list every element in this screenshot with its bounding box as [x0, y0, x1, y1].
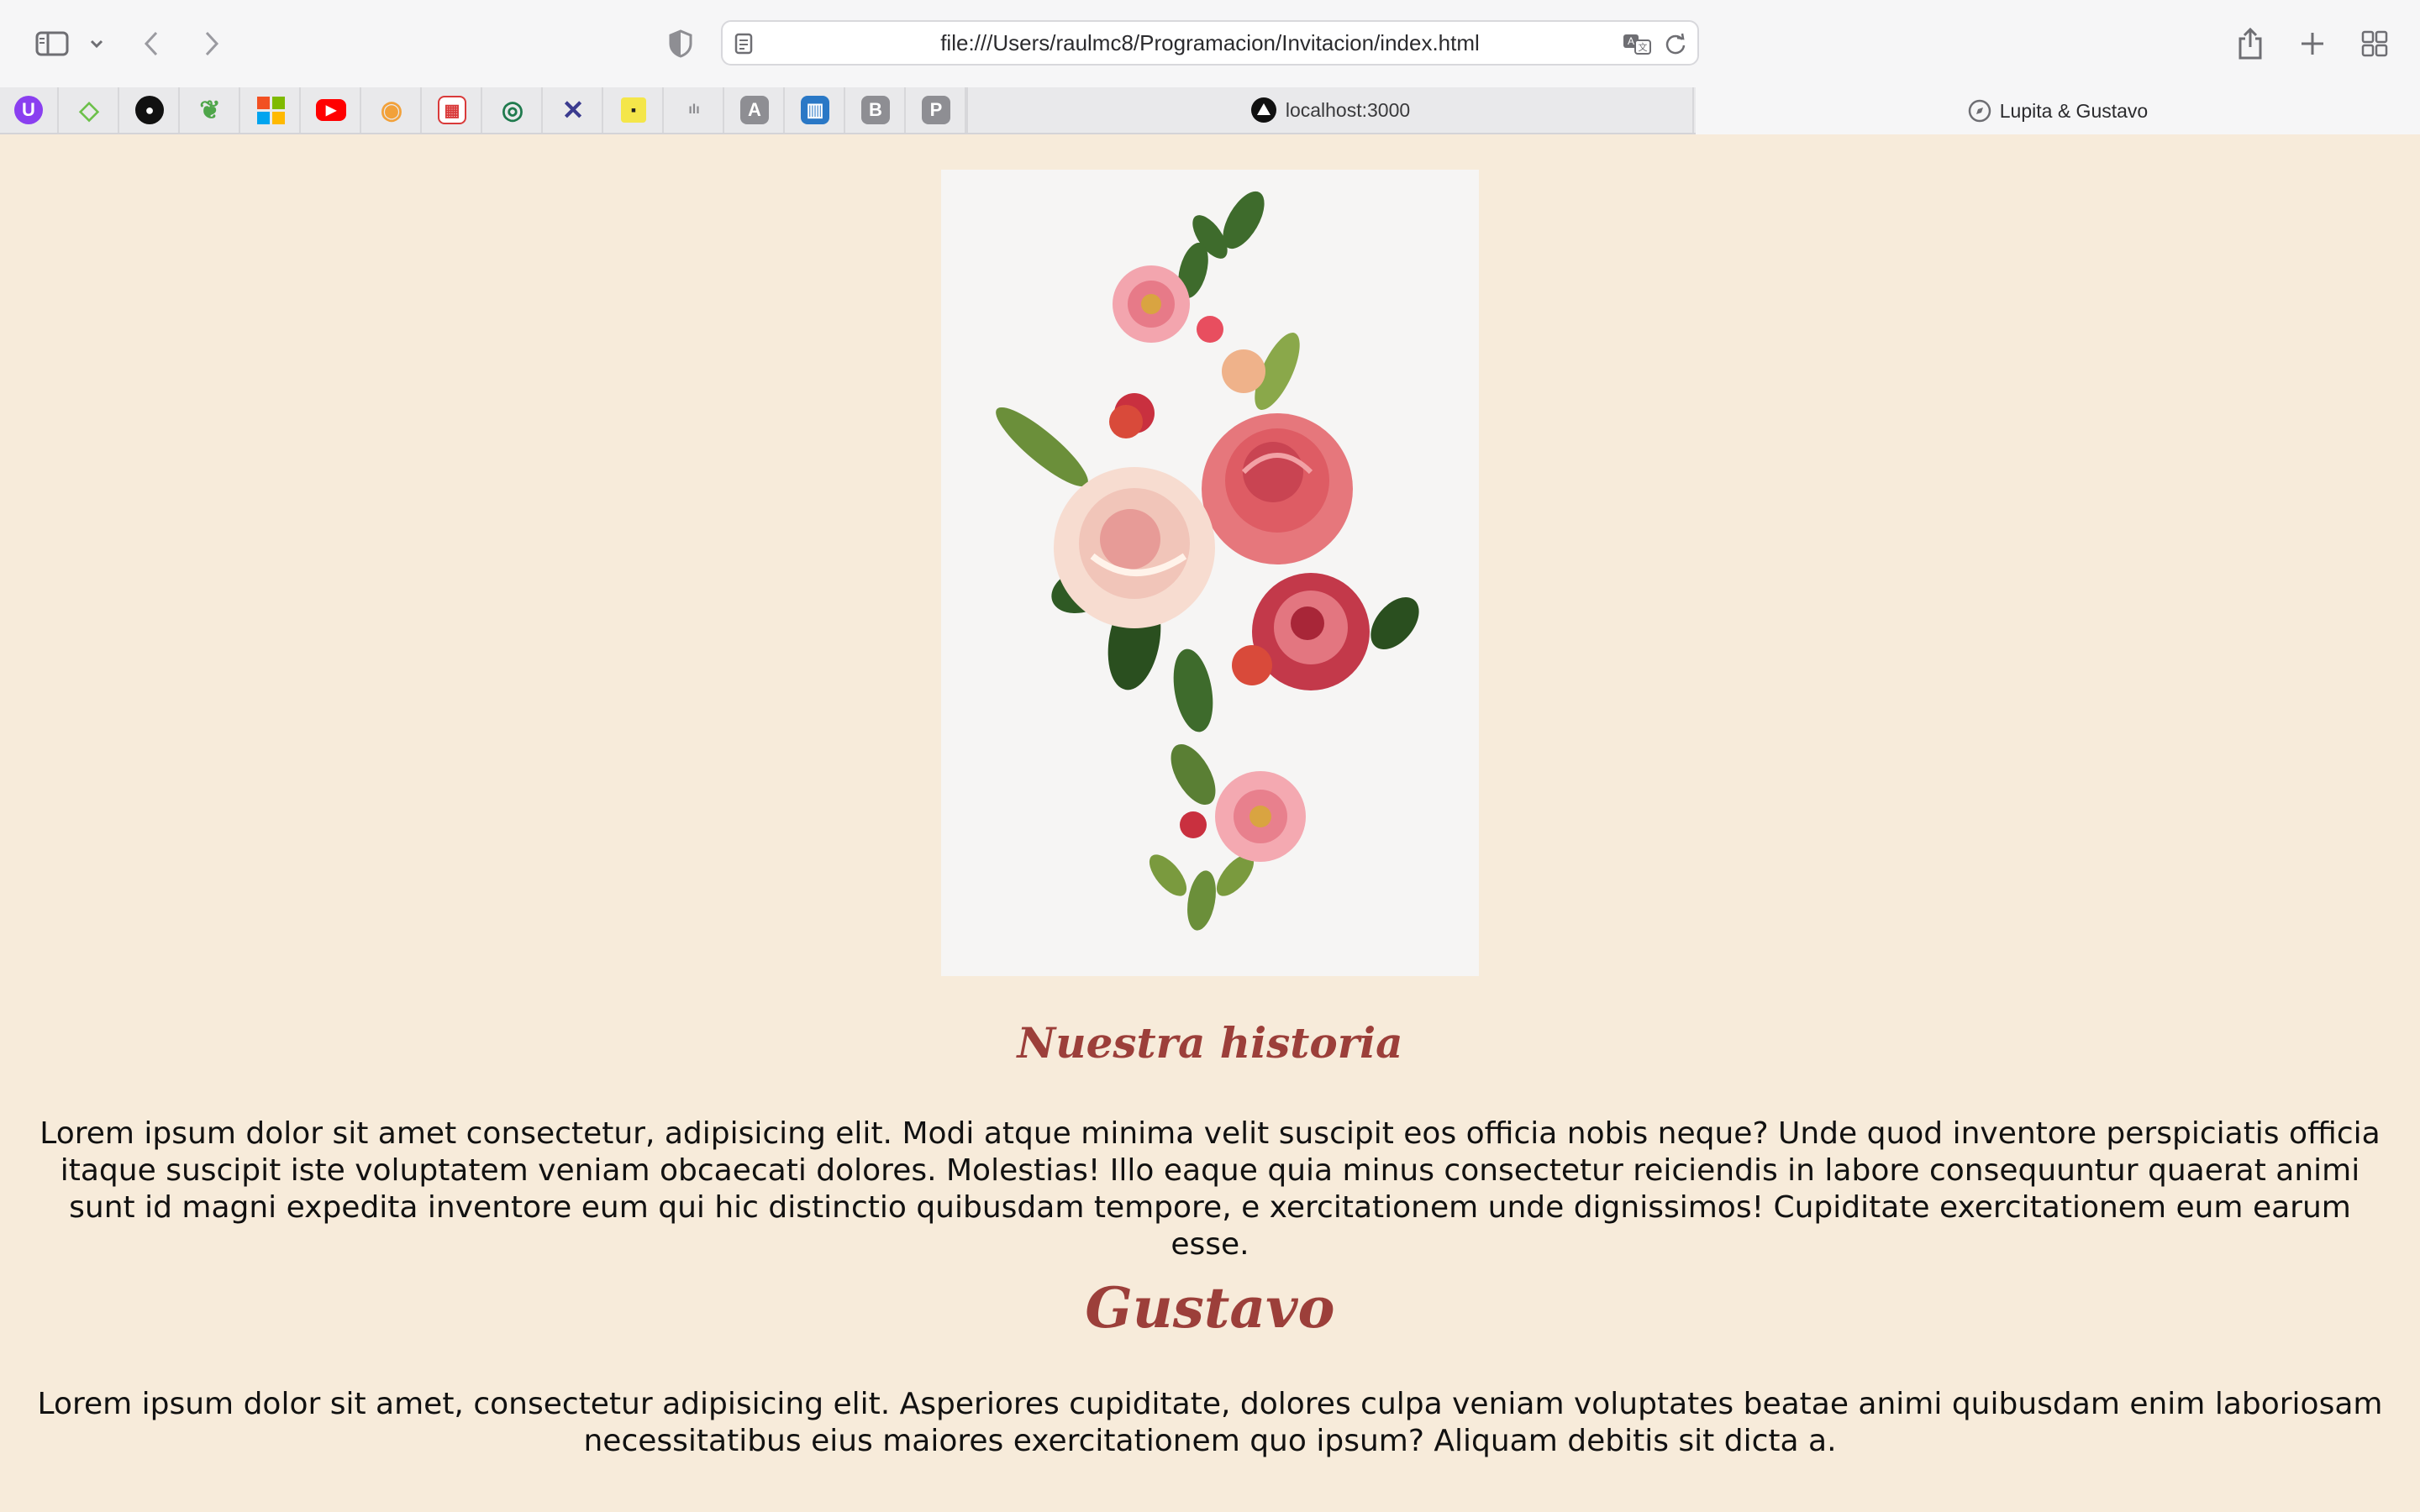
page-content: Nuestra historia Lorem ipsum dolor sit a… — [0, 134, 2420, 1512]
favorite-15[interactable]: B — [847, 87, 906, 133]
flower-bouquet-image — [941, 170, 1479, 976]
microsoft-favicon-icon — [256, 96, 285, 124]
svg-text:A: A — [1628, 35, 1634, 47]
b-favicon-icon: B — [861, 96, 890, 124]
favorite-12[interactable]: ılı — [666, 87, 724, 133]
browser-toolbar: file:///Users/raulmc8/Programacion/Invit… — [0, 0, 2420, 87]
groom-heading: Gustavo — [1085, 1275, 1335, 1341]
privacy-shield-icon[interactable] — [664, 22, 697, 66]
favorite-11[interactable]: ▪ — [605, 87, 664, 133]
trello-favicon-icon: ▥ — [801, 96, 829, 124]
a-favicon-icon: A — [740, 96, 769, 124]
favorite-2[interactable]: ◇ — [60, 87, 119, 133]
youtube-favicon-icon: ▶ — [316, 99, 346, 121]
favorite-14[interactable]: ▥ — [786, 87, 845, 133]
tab-localhost[interactable]: localhost:3000 — [966, 87, 1694, 133]
favorite-8[interactable]: ▦ — [424, 87, 482, 133]
favorite-6[interactable]: ▶ — [302, 87, 361, 133]
forward-icon[interactable] — [195, 22, 229, 66]
favorite-4[interactable]: ❦ — [182, 87, 240, 133]
story-heading: Nuestra historia — [1017, 1018, 1403, 1068]
leaf-favicon-icon: ❦ — [199, 96, 221, 124]
green-diamond-favicon-icon: ◇ — [79, 96, 99, 124]
svg-text:文: 文 — [1639, 41, 1648, 53]
groom-paragraph: Lorem ipsum dolor sit amet, consectetur … — [37, 1387, 2383, 1458]
favorite-9[interactable]: ◎ — [484, 87, 543, 133]
favorite-5[interactable] — [242, 87, 301, 133]
translate-icon[interactable]: A文 — [1622, 32, 1654, 59]
pin-favicon-icon: ◉ — [380, 96, 403, 124]
u-favicon-icon: U — [14, 96, 43, 124]
cisco-favicon-icon: ılı — [688, 102, 700, 117]
tab-overview-icon[interactable] — [2358, 22, 2391, 66]
p-favicon-icon: P — [922, 96, 950, 124]
favorite-10[interactable]: ✕ — [544, 87, 603, 133]
sidebar-icon[interactable] — [32, 22, 72, 66]
tab-label: Lupita & Gustavo — [1999, 99, 2149, 122]
address-url[interactable]: file:///Users/raulmc8/Programacion/Invit… — [723, 22, 1697, 64]
back-icon[interactable] — [134, 22, 168, 66]
share-icon[interactable] — [2233, 22, 2267, 66]
favorite-16[interactable]: P — [908, 87, 966, 133]
calendar-favicon-icon: ▦ — [438, 96, 466, 124]
vercel-favicon-icon — [1250, 97, 1276, 123]
chevron-down-icon[interactable] — [84, 22, 109, 66]
x-favicon-icon: ✕ — [561, 95, 585, 125]
favorite-1[interactable]: U — [0, 87, 59, 133]
compass-icon — [1968, 99, 1991, 123]
tab-bar: U ◇ ● ❦ ▶ ◉ ▦ ◎ ✕ ▪ ılı A ▥ B P localhos… — [0, 87, 2420, 134]
story-paragraph: Lorem ipsum dolor sit amet consectetur, … — [39, 1116, 2381, 1262]
tab-label: localhost:3000 — [1285, 98, 1411, 121]
favorite-7[interactable]: ◉ — [363, 87, 422, 133]
favorite-3[interactable]: ● — [121, 87, 180, 133]
new-tab-icon[interactable] — [2296, 22, 2329, 66]
eye-favicon-icon: ◎ — [501, 96, 524, 124]
address-bar[interactable]: file:///Users/raulmc8/Programacion/Invit… — [721, 20, 1699, 66]
yellow-favicon-icon: ▪ — [621, 97, 646, 123]
tab-lupita-gustavo[interactable]: Lupita & Gustavo — [1696, 87, 2420, 134]
favorite-13[interactable]: A — [726, 87, 785, 133]
github-favicon-icon: ● — [135, 96, 164, 124]
reload-icon[interactable] — [1664, 32, 1687, 59]
